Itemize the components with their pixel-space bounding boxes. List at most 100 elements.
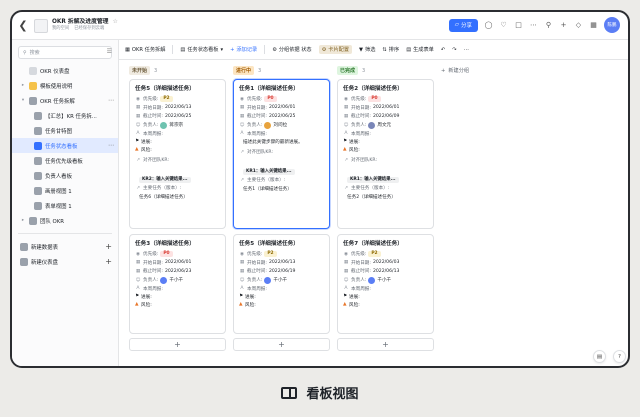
- sidebar-item-gantt[interactable]: 任务甘特图: [12, 123, 118, 138]
- like-icon[interactable]: ♡: [499, 21, 508, 29]
- collapse-sidebar-icon[interactable]: ☰: [107, 48, 112, 55]
- card-title: 任务1（详细描述任务）: [239, 86, 299, 92]
- person-icon: ☺: [239, 277, 245, 283]
- chevron-right-icon[interactable]: ▸: [20, 83, 26, 88]
- field-label: 优先级:: [247, 97, 263, 103]
- task-card[interactable]: 任务5（详细描述任务） ◉ 优先级: P2 ▦ 开始日期: 2022/06/13 ▦ 截止…: [129, 79, 226, 229]
- undo-icon[interactable]: ↶: [441, 47, 445, 53]
- chevron-down-icon[interactable]: ▾: [20, 98, 26, 103]
- gantt-icon: [34, 126, 42, 135]
- document-title[interactable]: OKR 拆解及进度管理: [52, 19, 108, 25]
- kr-chip[interactable]: KR1：输入关键结果...: [347, 176, 399, 184]
- sidebar-item-okr-dashboard[interactable]: OKR 仪表盘: [12, 63, 118, 78]
- more-icon[interactable]: ⋯: [108, 142, 114, 149]
- view-selector[interactable]: ▤ 任务状态看板 ▾: [180, 46, 223, 54]
- gallery-icon: [34, 186, 42, 195]
- star-icon[interactable]: ☆: [112, 19, 117, 26]
- calendar-icon: ▦: [239, 105, 245, 111]
- sidebar-item-label: 任务状态看板: [45, 143, 78, 150]
- risk-text: 风险:: [349, 147, 360, 153]
- field-label: 开始日期:: [143, 105, 163, 111]
- person-icon: ☺: [135, 122, 141, 128]
- sidebar-divider: [18, 233, 112, 234]
- table-icon: [20, 242, 28, 251]
- kanban-icon: [34, 141, 42, 150]
- help-icon[interactable]: ?: [613, 350, 626, 363]
- comment-icon[interactable]: □: [514, 21, 523, 29]
- share-button[interactable]: ▱ 分享: [448, 18, 478, 32]
- column-count: 3: [258, 67, 262, 74]
- card-config-button[interactable]: ⚙ 卡片配置: [318, 45, 353, 54]
- chevron-right-icon[interactable]: ▸: [20, 218, 26, 223]
- grid-icon[interactable]: ▦: [589, 21, 598, 29]
- text-icon: A: [136, 131, 140, 137]
- end-date: 2022/06/19: [268, 268, 296, 274]
- sidebar-item-template-guide[interactable]: ▸ 模板使用说明: [12, 78, 118, 93]
- form-icon: [34, 201, 42, 210]
- plus-icon[interactable]: +: [105, 257, 112, 266]
- card-title: 任务5（详细描述任务）: [135, 86, 195, 92]
- end-date: 2022/06/09: [372, 113, 400, 119]
- sidebar-item-okr-breakdown[interactable]: ▾ OKR 任务拆解 ⋯: [12, 93, 118, 108]
- help-icon[interactable]: ◇: [574, 21, 583, 29]
- sort-button[interactable]: ⇅ 排序: [382, 46, 399, 54]
- task-card[interactable]: 任务7（详细描述任务） ◉ 优先级: P2 ▦ 开始日期: 2022/06/03 ▦ 截止…: [337, 234, 434, 334]
- priority-icon: ◉: [343, 96, 348, 102]
- kr-chip[interactable]: KR1：输入关键结果...: [243, 168, 295, 176]
- field-label: 优先级:: [247, 252, 263, 258]
- add-record-button[interactable]: + 添加记录: [230, 46, 257, 54]
- table-name[interactable]: ▦ OKR 任务拆解: [125, 46, 165, 54]
- add-card-button[interactable]: +: [129, 338, 226, 351]
- add-icon[interactable]: +: [559, 21, 568, 29]
- person-icon: ☺: [135, 277, 141, 283]
- plus-icon: +: [382, 340, 389, 349]
- column-count: 3: [362, 67, 366, 74]
- add-card-button[interactable]: +: [337, 338, 434, 351]
- add-card-button[interactable]: +: [233, 338, 330, 351]
- back-arrow-icon[interactable]: ❮: [12, 12, 34, 40]
- task-card[interactable]: 任务5（详细描述任务） ◉ 优先级: P2 ▦ 开始日期: 2022/06/13 ▦ 截止…: [233, 234, 330, 334]
- new-dashboard-button[interactable]: 新建仪表盘 +: [12, 254, 118, 269]
- calendar-icon: ▦: [239, 260, 245, 266]
- sidebar-item-gallery-view[interactable]: 画册视图 1: [12, 183, 118, 198]
- add-group-button[interactable]: + 新建分组: [441, 64, 469, 77]
- sidebar-item-owner-board[interactable]: 负责人看板: [12, 168, 118, 183]
- search-input[interactable]: ⚲ 搜索: [18, 46, 112, 59]
- priority-icon: ◉: [135, 251, 140, 257]
- link-icon: ↗: [240, 149, 244, 155]
- group-by-label: 分组依据 状态: [278, 47, 312, 53]
- sidebar-item-kr-summary[interactable]: 【汇总】KR 任务拆...: [12, 108, 118, 123]
- task-card[interactable]: 任务1（详细描述任务） ◉ 优先级: P0 ▦ 开始日期: 2022/06/01 ▦ 截止…: [233, 79, 330, 229]
- new-sheet-button[interactable]: 新建数据表 +: [12, 239, 118, 254]
- sidebar-item-team-okr[interactable]: ▸ 团队 OKR: [12, 213, 118, 228]
- text-icon: A: [344, 131, 348, 137]
- dashboard-icon: [20, 257, 28, 266]
- owner-avatar: [160, 276, 168, 284]
- form-icon: ▤: [406, 46, 412, 53]
- field-label: 截止时间:: [143, 269, 163, 275]
- group-by-button[interactable]: ⚙ 分组依据 状态: [272, 46, 312, 54]
- redo-icon[interactable]: ↷: [452, 47, 456, 53]
- more-icon[interactable]: ⋯: [529, 21, 538, 29]
- sidebar-item-priority-board[interactable]: 任务优先级看板: [12, 153, 118, 168]
- risk-text: 风险:: [141, 147, 152, 153]
- filter-button[interactable]: ▼ 筛选: [359, 46, 375, 54]
- sidebar-item-form-view[interactable]: 表单视图 1: [12, 198, 118, 213]
- plus-icon[interactable]: +: [105, 242, 112, 251]
- sidebar-item-status-board[interactable]: 任务状态看板 ⋯: [12, 138, 118, 153]
- generate-form-button[interactable]: ▤ 生成表单: [406, 46, 434, 54]
- avatar[interactable]: 陈鹏: [604, 17, 620, 33]
- task-card[interactable]: 任务2（详细描述任务） ◉ 优先级: P0 ▦ 开始日期: 2022/06/01 ▦ 截止…: [337, 79, 434, 229]
- notification-icon[interactable]: ◯: [484, 21, 493, 29]
- kr-chip[interactable]: KR2：输入关键结果...: [139, 176, 191, 184]
- search-icon[interactable]: ⚲: [544, 21, 553, 29]
- more-icon[interactable]: ⋯: [108, 97, 114, 104]
- location-label[interactable]: 我的空间: [52, 26, 69, 32]
- task-card[interactable]: 任务3（详细描述任务） ◉ 优先级: P0 ▦ 开始日期: 2022/06/01 ▦ 截止…: [129, 234, 226, 334]
- sidebar-item-label: 表单视图 1: [45, 203, 72, 210]
- more-icon[interactable]: ⋯: [464, 47, 469, 53]
- field-label: 优先级:: [143, 97, 159, 103]
- lock-icon: ▱: [454, 22, 459, 28]
- doc-side-icon[interactable]: ▤: [593, 350, 606, 363]
- kanban-icon: [34, 171, 42, 180]
